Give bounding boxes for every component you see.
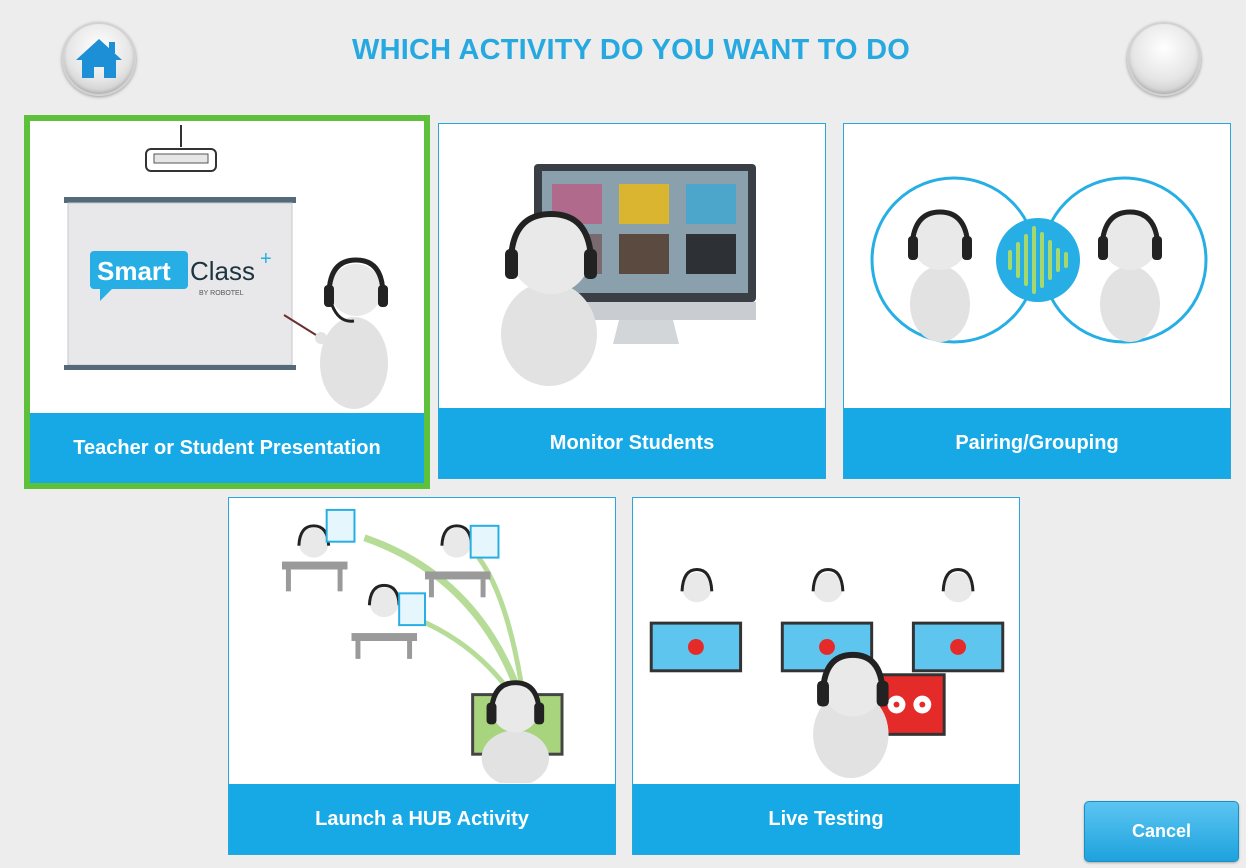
activity-label: Live Testing	[633, 784, 1019, 854]
svg-text:+: +	[260, 248, 272, 270]
live-testing-illustration	[649, 568, 1005, 779]
brand-text: Smart	[97, 256, 171, 286]
brand-sub: BY ROBOTEL	[199, 290, 244, 297]
activity-tile-hub-activity[interactable]: Launch a HUB Activity	[228, 497, 616, 855]
hub-activity-illustration	[281, 508, 564, 783]
activity-label: Launch a HUB Activity	[229, 784, 615, 854]
activity-label: Teacher or Student Presentation	[30, 413, 424, 483]
cancel-button[interactable]: Cancel	[1084, 801, 1239, 862]
pairing-illustration	[870, 176, 1208, 344]
activity-tile-monitor-students[interactable]: Monitor Students	[438, 123, 826, 479]
monitor-illustration	[501, 164, 756, 386]
activity-tile-live-testing[interactable]: Live Testing	[632, 497, 1020, 855]
brand-text-2: Class	[190, 256, 255, 286]
activity-tile-pairing-grouping[interactable]: Pairing/Grouping	[843, 123, 1231, 479]
activity-tile-presentation[interactable]: Smart Class + BY ROBOTEL Teacher or Stud…	[24, 115, 430, 489]
page-title: WHICH ACTIVITY DO YOU WANT TO DO	[352, 34, 910, 66]
activity-label: Monitor Students	[439, 408, 825, 478]
blank-round-button[interactable]	[1127, 22, 1201, 96]
activity-label: Pairing/Grouping	[844, 408, 1230, 478]
presentation-illustration: Smart Class + BY ROBOTEL	[64, 125, 388, 409]
